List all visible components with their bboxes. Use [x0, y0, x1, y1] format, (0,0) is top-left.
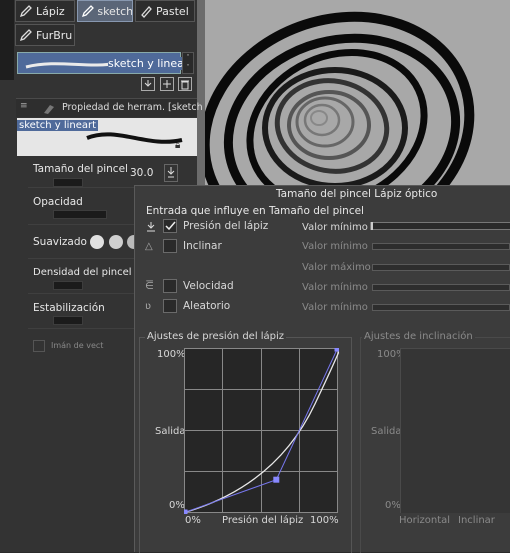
popup-title: Tamaño del pincel Lápiz óptico: [276, 188, 438, 200]
curve-control-point[interactable]: [334, 348, 340, 352]
menu-icon[interactable]: ≡: [20, 101, 28, 111]
tool-property-title: Propiedad de herram. [sketch: [62, 102, 203, 113]
pressure-label: Presión del lápiz: [183, 220, 269, 232]
divider: [28, 224, 134, 225]
random-label: Aleatorio: [183, 300, 231, 312]
brush-preview: sketch y lineart 🔒︎: [17, 118, 197, 156]
density-slider[interactable]: [53, 281, 83, 290]
fur-brush-icon: [16, 25, 36, 45]
tab-label: sketch: [97, 4, 132, 18]
pressure-settings-button[interactable]: [164, 164, 178, 182]
pressure-min-slider[interactable]: [370, 222, 510, 230]
tilt-curve-graph: [400, 348, 510, 513]
tilt-y-mid: Salida: [371, 426, 402, 437]
magnet-checkbox[interactable]: [33, 340, 45, 352]
preset-label: sketch y lineart: [108, 57, 193, 70]
smoothing-label: Suavizado: [33, 236, 87, 248]
tool-property-icon: [42, 101, 56, 118]
divider: [28, 328, 134, 329]
curve-control-point[interactable]: [184, 509, 188, 515]
velocity-label: Velocidad: [183, 280, 234, 292]
tilt-x-left: Horizontal: [399, 515, 451, 526]
divider: [28, 258, 134, 259]
add-preset-icon[interactable]: [160, 77, 174, 91]
velocity-icon: ⋶: [145, 281, 154, 292]
divider: [28, 187, 134, 188]
tab-pastel[interactable]: Pastel: [135, 0, 195, 22]
tab-label: Lápiz: [36, 4, 65, 18]
stabilization-slider[interactable]: [53, 316, 83, 325]
trash-icon[interactable]: [178, 77, 192, 91]
opacity-label: Opacidad: [33, 196, 83, 208]
preset-selected[interactable]: sketch y lineart: [17, 52, 193, 74]
tool-property-header: ≡ Propiedad de herram. [sketch: [16, 98, 203, 118]
tab-label: Pastel: [156, 4, 189, 18]
smoothing-jagged-icon[interactable]: [90, 235, 104, 249]
tilt-checkbox[interactable]: [163, 239, 177, 253]
brush-preview-label: sketch y lineart: [17, 120, 99, 131]
pressure-graph-title: Ajustes de presión del lápiz: [145, 331, 287, 342]
curve-control-point[interactable]: [273, 476, 280, 483]
graph-y-bottom: 0%: [169, 500, 185, 511]
brush-size-dynamics-popup: Tamaño del pincel Lápiz óptico Entrada q…: [134, 185, 510, 553]
tilt-icon: △: [145, 241, 153, 252]
magnet-label: Imán de vect: [51, 341, 104, 350]
panel-side-strip: [0, 0, 14, 80]
brush-size-value[interactable]: 30.0: [130, 167, 153, 179]
tilt-label: Inclinar: [183, 240, 222, 252]
section-label: Entrada que influye en Tamaño del pincel: [146, 205, 364, 217]
tab-sketch[interactable]: sketch: [77, 0, 133, 22]
random-icon: ʋ: [145, 301, 151, 312]
random-min-slider[interactable]: [372, 304, 510, 311]
pressure-icon: [145, 221, 157, 236]
velocity-checkbox[interactable]: [163, 279, 177, 293]
preset-scroll[interactable]: ˆˇ: [182, 52, 194, 74]
pencil-sketch-icon: [78, 1, 97, 21]
velocity-min-label: Valor mínimo: [302, 282, 368, 293]
smoothing-soft-icon[interactable]: [109, 235, 123, 249]
density-label: Densidad del pincel: [33, 267, 132, 278]
download-icon[interactable]: [141, 77, 155, 91]
velocity-min-slider[interactable]: [372, 284, 510, 291]
graph-x-left: 0%: [185, 515, 201, 526]
graph-y-mid: Salida: [155, 426, 186, 437]
graph-y-top: 100%: [157, 349, 186, 360]
tilt-y-bottom: 0%: [385, 500, 401, 511]
graph-x-mid: Presión del lápiz: [222, 515, 304, 526]
opacity-slider[interactable]: [53, 210, 107, 219]
brush-size-label: Tamaño del pincel: [33, 163, 128, 175]
tilt-min-label: Valor mínimo: [302, 241, 368, 252]
pastel-icon: [136, 1, 156, 21]
tilt-max-label: Valor máximo: [302, 262, 371, 273]
tab-label: FurBru: [36, 28, 73, 42]
tilt-min-slider[interactable]: [372, 243, 510, 250]
pressure-min-label: Valor mínimo: [302, 222, 368, 233]
random-min-label: Valor mínimo: [302, 302, 368, 313]
pencil-icon: [16, 1, 36, 21]
tilt-x-right: Inclinar: [458, 515, 495, 526]
tab-furbrush[interactable]: FurBru: [15, 24, 75, 46]
pressure-checkbox[interactable]: [163, 219, 177, 233]
divider: [28, 293, 134, 294]
tilt-graph-title: Ajustes de inclinación: [362, 331, 475, 342]
graph-x-right: 100%: [310, 515, 339, 526]
brush-size-slider[interactable]: [53, 178, 83, 187]
lock-icon[interactable]: 🔒︎: [175, 140, 180, 151]
stabilization-label: Estabilización: [33, 302, 105, 314]
random-checkbox[interactable]: [163, 299, 177, 313]
tab-lapiz[interactable]: Lápiz: [15, 0, 75, 22]
tilt-max-slider[interactable]: [372, 264, 510, 271]
pressure-curve-graph[interactable]: [184, 348, 339, 514]
